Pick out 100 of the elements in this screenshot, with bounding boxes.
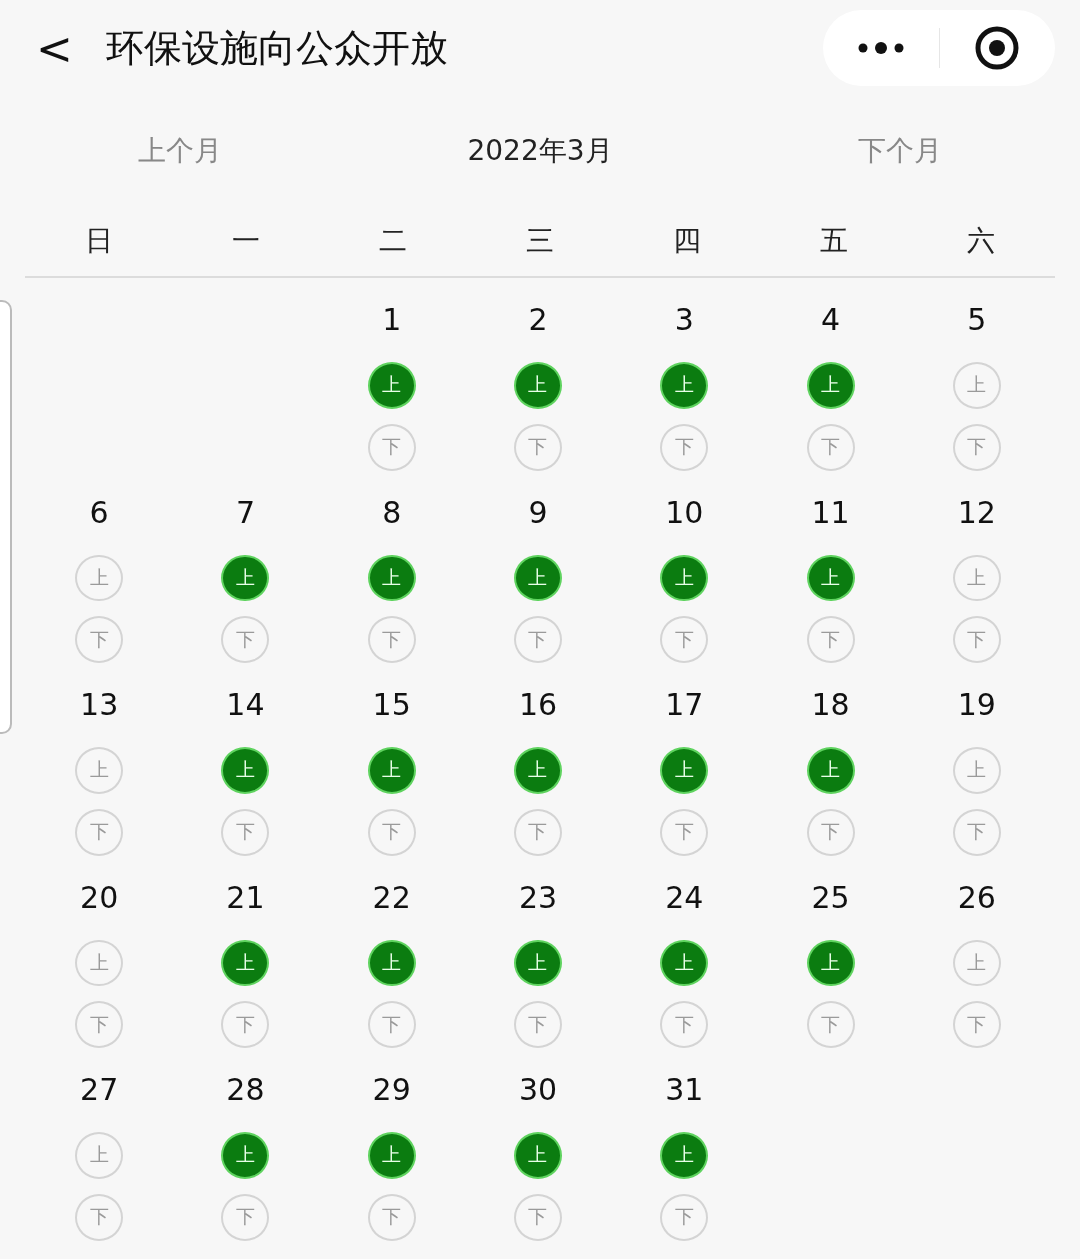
- morning-slot[interactable]: 上: [660, 747, 709, 794]
- afternoon-slot[interactable]: 下: [367, 423, 416, 471]
- day-number: 1: [382, 301, 402, 339]
- day-number: 7: [235, 493, 255, 532]
- afternoon-slot[interactable]: 下: [221, 1001, 270, 1048]
- morning-slot[interactable]: 上: [806, 939, 855, 987]
- morning-slot[interactable]: 上: [660, 1132, 709, 1179]
- weekday-label: 五: [820, 223, 849, 259]
- day-number: 14: [226, 686, 265, 724]
- current-month: 2022年3月: [467, 133, 613, 169]
- day-number: 6: [89, 493, 109, 532]
- morning-slot[interactable]: 上: [952, 554, 1001, 602]
- afternoon-slot[interactable]: 下: [514, 423, 562, 471]
- back-button[interactable]: <: [36, 22, 96, 74]
- morning-slot[interactable]: 上: [806, 554, 855, 602]
- day-number: 15: [372, 686, 411, 724]
- afternoon-slot[interactable]: 下: [75, 1001, 124, 1048]
- previous-month-link[interactable]: 上个月: [132, 131, 228, 171]
- afternoon-slot[interactable]: 下: [660, 1001, 709, 1048]
- afternoon-slot[interactable]: 下: [806, 616, 855, 663]
- morning-slot[interactable]: 上: [75, 939, 124, 987]
- weekday-label: 日: [84, 223, 113, 259]
- next-month-link[interactable]: 下个月: [852, 131, 948, 171]
- afternoon-slot[interactable]: 下: [514, 1001, 562, 1048]
- afternoon-slot[interactable]: 下: [660, 1193, 709, 1241]
- morning-slot[interactable]: 上: [660, 939, 709, 987]
- afternoon-slot[interactable]: 下: [221, 1193, 270, 1241]
- morning-slot[interactable]: 上: [806, 362, 855, 409]
- morning-slot[interactable]: 上: [367, 554, 416, 602]
- day-number: 27: [80, 1071, 119, 1109]
- day-number: 16: [518, 686, 558, 724]
- morning-slot[interactable]: 上: [952, 362, 1001, 409]
- afternoon-slot[interactable]: 下: [367, 1193, 416, 1241]
- morning-slot[interactable]: 上: [367, 362, 416, 409]
- day-number: 4: [821, 301, 841, 339]
- afternoon-slot[interactable]: 下: [75, 1193, 124, 1241]
- afternoon-slot[interactable]: 下: [514, 616, 562, 663]
- morning-slot[interactable]: 上: [75, 747, 124, 794]
- day-number: 9: [528, 493, 548, 532]
- day-number: 22: [372, 878, 411, 917]
- weekday-label: 四: [673, 223, 702, 259]
- morning-slot[interactable]: 上: [367, 939, 416, 987]
- morning-slot[interactable]: 上: [514, 362, 562, 409]
- page-title: 环保设施向公众开放: [106, 24, 449, 72]
- morning-slot[interactable]: 上: [514, 939, 562, 987]
- morning-slot[interactable]: 上: [806, 747, 855, 794]
- afternoon-slot[interactable]: 下: [75, 616, 124, 663]
- day-number: 20: [80, 878, 119, 917]
- morning-slot[interactable]: 上: [514, 747, 562, 794]
- afternoon-slot[interactable]: 下: [806, 1001, 855, 1048]
- day-number: 3: [674, 301, 694, 339]
- morning-slot[interactable]: 上: [75, 1132, 124, 1179]
- morning-slot[interactable]: 上: [75, 554, 124, 602]
- afternoon-slot[interactable]: 下: [660, 808, 709, 856]
- afternoon-slot[interactable]: 下: [75, 808, 124, 856]
- day-number: 2: [528, 301, 548, 339]
- weekday-label: 二: [378, 223, 407, 259]
- day-number: 18: [811, 686, 850, 724]
- day-number: 10: [665, 493, 704, 532]
- morning-slot[interactable]: 上: [952, 939, 1001, 987]
- afternoon-slot[interactable]: 下: [367, 1001, 416, 1048]
- morning-slot[interactable]: 上: [221, 747, 270, 794]
- day-number: 31: [665, 1071, 704, 1109]
- day-number: 17: [665, 686, 704, 724]
- morning-slot[interactable]: 上: [367, 747, 416, 794]
- afternoon-slot[interactable]: 下: [514, 1193, 562, 1241]
- day-number: 24: [665, 878, 704, 917]
- day-number: 25: [811, 878, 850, 917]
- day-number: 21: [226, 878, 265, 917]
- day-number: 23: [518, 878, 558, 917]
- morning-slot[interactable]: 上: [660, 362, 709, 409]
- afternoon-slot[interactable]: 下: [221, 808, 270, 856]
- morning-slot[interactable]: 上: [660, 554, 709, 602]
- day-number: 8: [382, 493, 402, 532]
- morning-slot[interactable]: 上: [952, 747, 1001, 794]
- afternoon-slot[interactable]: 下: [367, 616, 416, 663]
- afternoon-slot[interactable]: 下: [952, 423, 1001, 471]
- day-number: 5: [967, 301, 987, 339]
- weekday-label: 一: [231, 223, 260, 259]
- afternoon-slot[interactable]: 下: [952, 1001, 1001, 1048]
- morning-slot[interactable]: 上: [514, 1132, 562, 1179]
- day-number: 30: [518, 1071, 558, 1109]
- afternoon-slot[interactable]: 下: [221, 616, 270, 663]
- morning-slot[interactable]: 上: [221, 1132, 270, 1179]
- morning-slot[interactable]: 上: [367, 1132, 416, 1179]
- day-number: 19: [957, 686, 996, 724]
- afternoon-slot[interactable]: 下: [660, 616, 709, 663]
- day-number: 12: [957, 493, 996, 532]
- afternoon-slot[interactable]: 下: [806, 808, 855, 856]
- afternoon-slot[interactable]: 下: [952, 808, 1001, 856]
- day-number: 29: [372, 1071, 411, 1109]
- morning-slot[interactable]: 上: [221, 554, 270, 602]
- morning-slot[interactable]: 上: [221, 939, 270, 987]
- afternoon-slot[interactable]: 下: [806, 423, 855, 471]
- afternoon-slot[interactable]: 下: [952, 616, 1001, 663]
- afternoon-slot[interactable]: 下: [660, 423, 709, 471]
- morning-slot[interactable]: 上: [514, 554, 562, 602]
- afternoon-slot[interactable]: 下: [367, 808, 416, 856]
- weekday-label: 六: [967, 223, 996, 259]
- afternoon-slot[interactable]: 下: [514, 808, 562, 856]
